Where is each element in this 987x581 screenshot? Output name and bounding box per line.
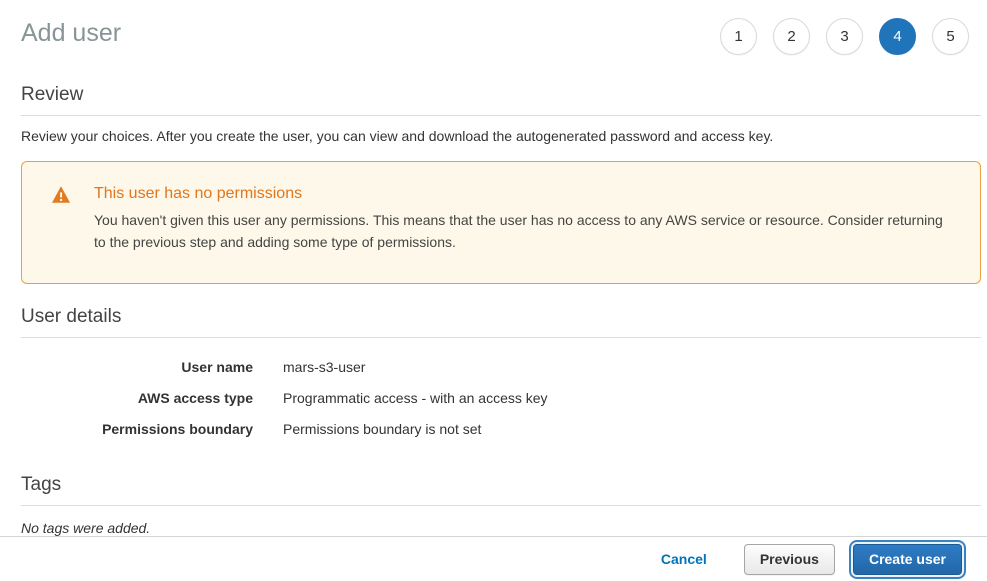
tags-empty-message: No tags were added. [21,520,981,536]
warning-text: This user has no permissions You haven't… [94,185,950,253]
review-section: Review Review your choices. After you cr… [21,84,981,144]
wizard-content: Review Review your choices. After you cr… [0,84,987,536]
detail-label: AWS access type [21,390,253,406]
wizard-step-3: 3 [826,18,863,55]
detail-value: Programmatic access - with an access key [283,390,548,406]
wizard-step-4: 4 [879,18,916,55]
detail-label: Permissions boundary [21,421,253,437]
wizard-header: Add user 1 2 3 4 5 [0,0,987,60]
warning-title: This user has no permissions [94,185,950,203]
page-title: Add user [21,18,121,48]
detail-row-access-type: AWS access type Programmatic access - wi… [21,382,981,413]
warning-body: You haven't given this user any permissi… [94,210,950,253]
tags-section: Tags No tags were added. [21,474,981,536]
detail-value: Permissions boundary is not set [283,421,481,437]
add-user-wizard-page: Add user 1 2 3 4 5 Review Review your ch… [0,0,987,581]
detail-row-user-name: User name mars-s3-user [21,351,981,382]
review-description: Review your choices. After you create th… [21,128,981,144]
detail-label: User name [21,359,253,375]
previous-button[interactable]: Previous [744,544,835,575]
detail-row-permissions-boundary: Permissions boundary Permissions boundar… [21,413,981,444]
wizard-step-5: 5 [932,18,969,55]
user-details-rows: User name mars-s3-user AWS access type P… [21,351,981,444]
wizard-step-1: 1 [720,18,757,55]
wizard-step-indicator: 1 2 3 4 5 [720,18,969,55]
user-details-section: User details User name mars-s3-user AWS … [21,306,981,444]
detail-value: mars-s3-user [283,359,365,375]
tags-heading: Tags [21,474,981,506]
wizard-step-2: 2 [773,18,810,55]
no-permissions-warning: This user has no permissions You haven't… [21,161,981,284]
cancel-link[interactable]: Cancel [661,551,707,567]
warning-triangle-icon [52,186,70,208]
user-details-heading: User details [21,306,981,338]
wizard-footer: Cancel Previous Create user [0,536,987,581]
create-user-button[interactable]: Create user [853,544,962,575]
review-heading: Review [21,84,981,116]
